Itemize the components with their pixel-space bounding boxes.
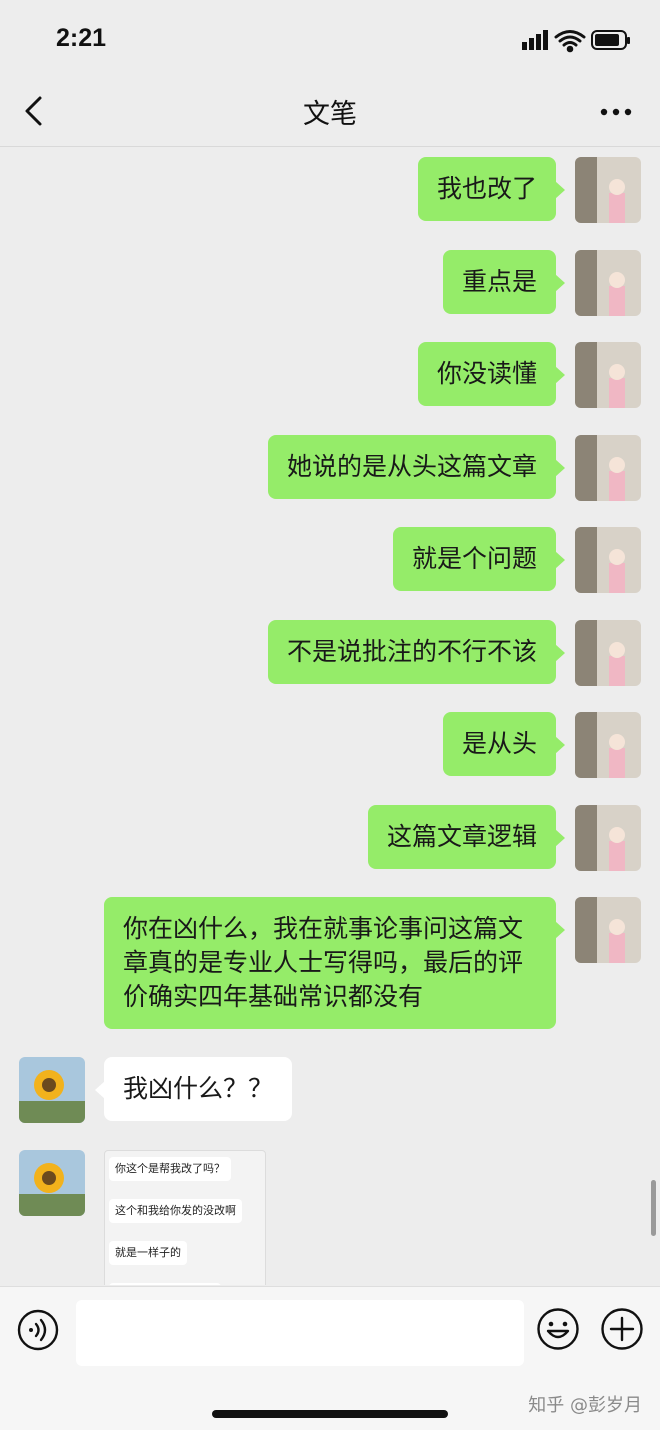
plus-icon[interactable] — [600, 1307, 644, 1351]
battery-icon — [591, 30, 630, 50]
message-bubble[interactable]: 不是说批注的不行不该 — [267, 620, 566, 684]
signal-icon — [522, 30, 548, 50]
my-avatar[interactable] — [575, 897, 641, 963]
message-bubble[interactable]: 我也改了 — [417, 157, 566, 221]
status-icons — [522, 30, 630, 53]
home-indicator[interactable] — [212, 1410, 448, 1418]
message-input[interactable] — [76, 1300, 524, 1366]
nav-bar: 文笔 — [0, 80, 660, 147]
status-bar: 2:21 — [0, 0, 660, 80]
chat-title: 文笔 — [303, 99, 357, 130]
status-time: 2:21 — [56, 24, 107, 52]
my-avatar[interactable] — [575, 805, 641, 871]
message-bubble[interactable]: 这篇文章逻辑 — [367, 805, 566, 869]
input-bar: 知乎 @彭岁月 — [0, 1286, 660, 1430]
watermark: 知乎 @彭岁月 — [528, 1395, 642, 1416]
message-bubble[interactable]: 就是个问题 — [392, 527, 566, 591]
chat-history[interactable]: 我也改了 重点是 你没读懂 她说的是从头这篇文章 就是个问题 不是说批注的不行不… — [0, 147, 660, 1285]
contact-avatar[interactable] — [19, 1150, 85, 1216]
contact-avatar[interactable] — [19, 1057, 85, 1123]
message-bubble[interactable]: 你在凶什么，我在就事论事问这篇文章真的是专业人士写得吗，最后的评价确实四年基础常… — [104, 897, 565, 1029]
scrollbar[interactable] — [651, 1180, 656, 1236]
emoji-icon[interactable] — [536, 1307, 580, 1351]
image-text-line: 你这个是帮我改了吗？ — [109, 1157, 231, 1181]
image-text-line: 就是一样子的 — [109, 1241, 187, 1265]
message-bubble[interactable]: 你没读懂 — [417, 342, 566, 406]
my-avatar[interactable] — [575, 250, 641, 316]
my-avatar[interactable] — [575, 157, 641, 223]
more-icon[interactable] — [600, 107, 632, 117]
my-avatar[interactable] — [575, 342, 641, 408]
image-message[interactable]: 你这个是帮我改了吗？ 这个和我给你发的没改啊 就是一样子的 — [104, 1150, 266, 1285]
my-avatar[interactable] — [575, 620, 641, 686]
message-bubble[interactable]: 她说的是从头这篇文章 — [267, 435, 566, 499]
my-avatar[interactable] — [575, 435, 641, 501]
my-avatar[interactable] — [575, 527, 641, 593]
message-bubble[interactable]: 我凶什么？？ — [94, 1057, 293, 1121]
image-text-line — [109, 1283, 221, 1285]
wifi-icon — [554, 30, 586, 53]
message-bubble[interactable]: 重点是 — [442, 250, 566, 314]
voice-icon[interactable] — [17, 1309, 59, 1351]
image-text-line: 这个和我给你发的没改啊 — [109, 1199, 242, 1223]
my-avatar[interactable] — [575, 712, 641, 778]
message-bubble[interactable]: 是从头 — [442, 712, 566, 776]
